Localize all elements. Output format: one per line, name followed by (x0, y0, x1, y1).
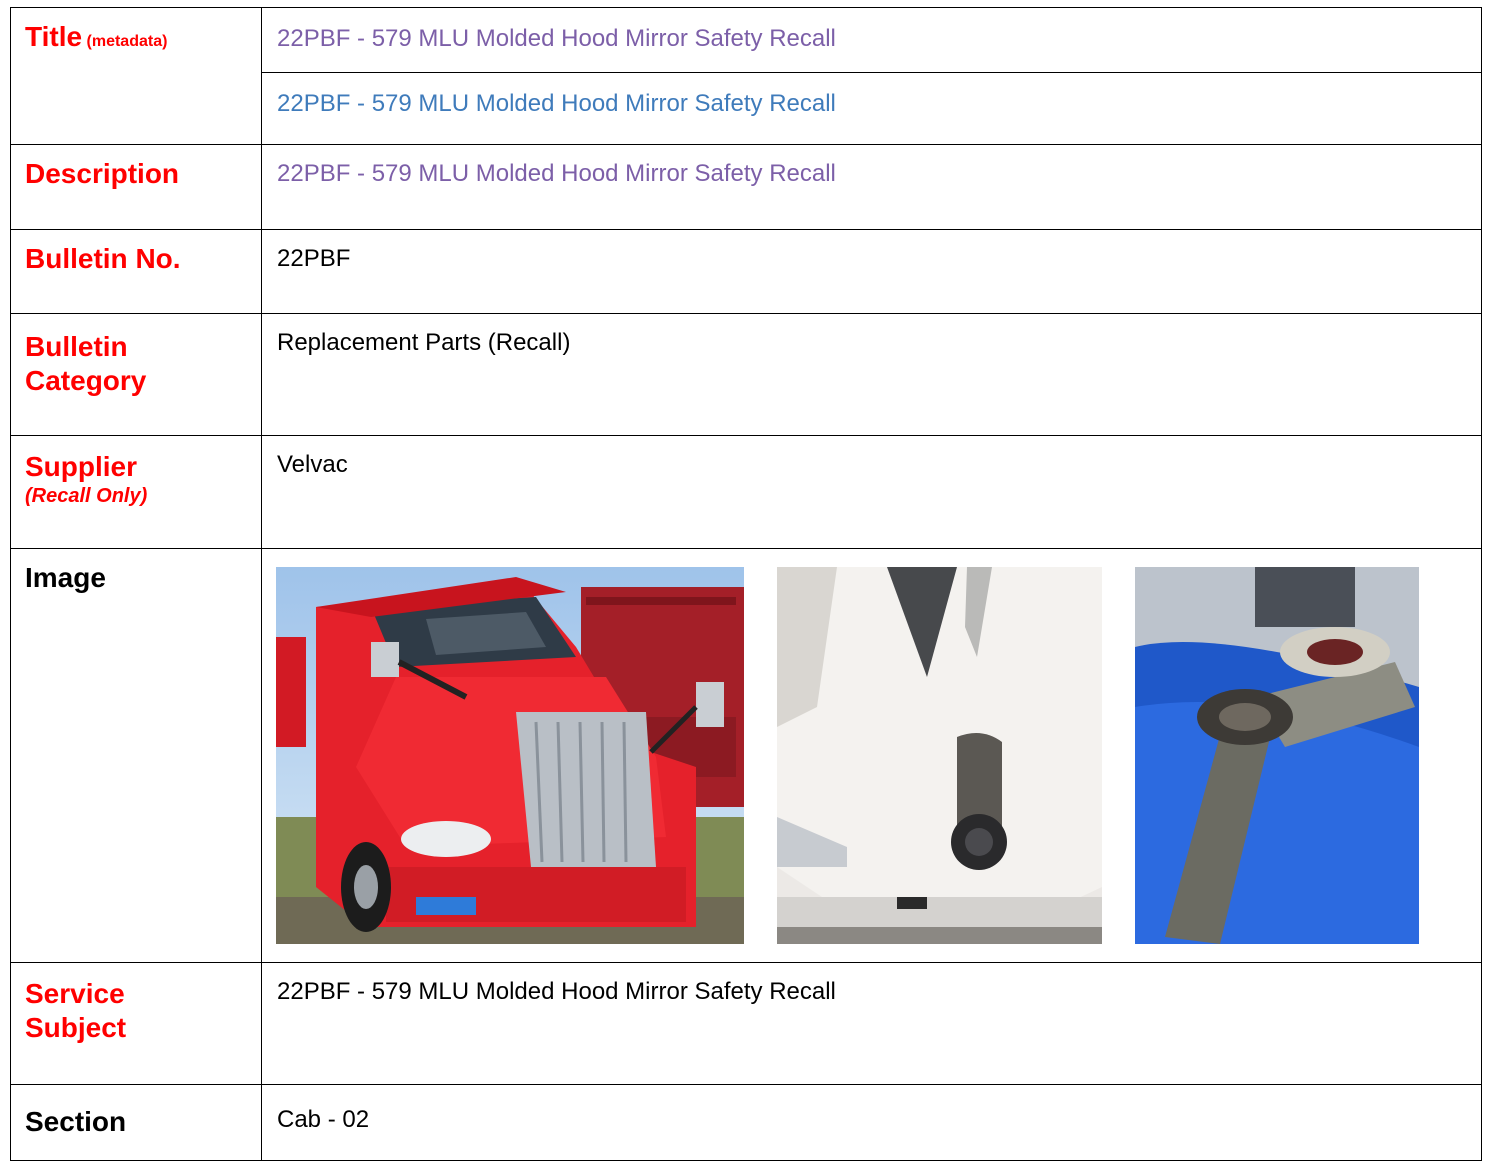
bulletin-no-row: Bulletin No. 22PBF (10, 229, 1482, 314)
service-subject-label-line2: Subject (25, 1012, 127, 1043)
bulletin-category-value-cell: Replacement Parts (Recall) (261, 313, 1482, 436)
bulletin-table: Title (metadata) 22PBF - 579 MLU Molded … (10, 7, 1482, 1161)
bulletin-no-label: Bulletin No. (25, 243, 181, 274)
description-row: Description 22PBF - 579 MLU Molded Hood … (10, 144, 1482, 230)
red-truck-photo (276, 567, 744, 944)
bulletin-no-value: 22PBF (277, 245, 351, 272)
bulletin-no-label-cell: Bulletin No. (10, 229, 262, 314)
title-value-cell: 22PBF - 579 MLU Molded Hood Mirror Safet… (261, 7, 1482, 145)
supplier-value-cell: Velvac (261, 435, 1482, 549)
bulletin-category-row: Bulletin Category Replacement Parts (Rec… (10, 313, 1482, 436)
supplier-row: Supplier (Recall Only) Velvac (10, 435, 1482, 549)
title-metadata-note: (metadata) (86, 33, 168, 50)
description-value-cell: 22PBF - 579 MLU Molded Hood Mirror Safet… (261, 144, 1482, 230)
title-value-display: 22PBF - 579 MLU Molded Hood Mirror Safet… (277, 90, 836, 117)
service-subject-label-line1: Service (25, 978, 125, 1009)
bulletin-category-label-cell: Bulletin Category (10, 313, 262, 436)
bulletin-no-value-cell: 22PBF (261, 229, 1482, 314)
section-label-cell: Section (10, 1084, 262, 1161)
supplier-label: Supplier (25, 451, 138, 482)
image-row: Image (10, 548, 1482, 963)
description-label-cell: Description (10, 144, 262, 230)
supplier-recall-only-note: (Recall Only) (25, 485, 148, 507)
description-label: Description (25, 158, 180, 189)
supplier-label-cell: Supplier (Recall Only) (10, 435, 262, 549)
title-label: Title (25, 21, 83, 52)
bulletin-category-value: Replacement Parts (Recall) (277, 329, 571, 356)
description-value: 22PBF - 579 MLU Molded Hood Mirror Safet… (277, 160, 836, 187)
supplier-value: Velvac (277, 451, 348, 478)
white-hood-mirror-base-photo (777, 567, 1102, 944)
bulletin-category-label-line1: Bulletin (25, 331, 128, 362)
service-subject-value-cell: 22PBF - 579 MLU Molded Hood Mirror Safet… (261, 962, 1482, 1085)
section-value-cell: Cab - 02 (261, 1084, 1482, 1161)
service-subject-value: 22PBF - 579 MLU Molded Hood Mirror Safet… (277, 978, 836, 1005)
image-label-cell: Image (10, 548, 262, 963)
service-subject-row: Service Subject 22PBF - 579 MLU Molded H… (10, 962, 1482, 1085)
section-value: Cab - 02 (277, 1106, 370, 1133)
section-label: Section (25, 1106, 127, 1137)
broken-mirror-arm-photo (1135, 567, 1419, 944)
section-row: Section Cab - 02 (10, 1084, 1482, 1161)
image-label: Image (25, 562, 106, 593)
service-subject-label-cell: Service Subject (10, 962, 262, 1085)
title-row: Title (metadata) 22PBF - 579 MLU Molded … (10, 7, 1482, 145)
title-label-cell: Title (metadata) (10, 7, 262, 145)
bulletin-category-label-line2: Category (25, 365, 147, 396)
title-value-metadata: 22PBF - 579 MLU Molded Hood Mirror Safet… (277, 25, 836, 52)
image-value-cell (261, 548, 1482, 963)
